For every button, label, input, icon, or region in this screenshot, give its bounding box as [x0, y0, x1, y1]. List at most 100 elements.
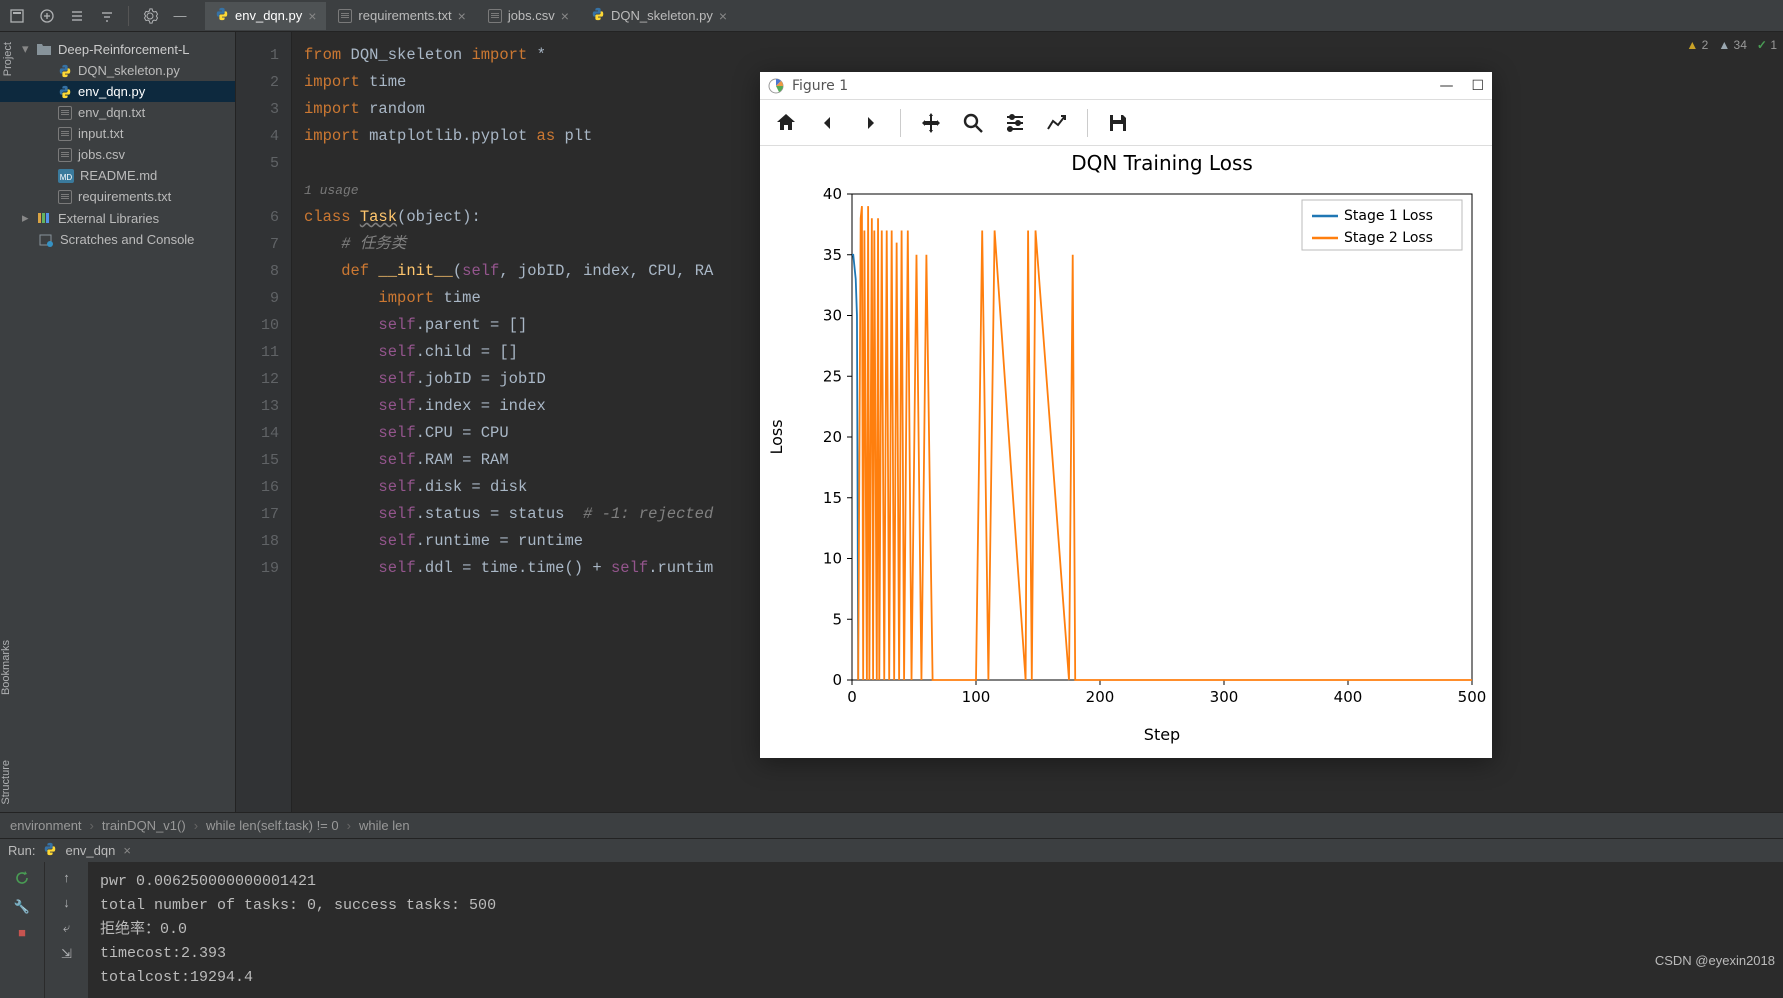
console-output[interactable]: pwr 0.006250000000001421 total number of…	[88, 862, 1783, 998]
weak-warning-icon: ▲	[1718, 38, 1730, 52]
breadcrumb[interactable]: environment› trainDQN_v1()› while len(se…	[0, 812, 1783, 838]
tab-env-dqn-py[interactable]: env_dqn.py ×	[205, 2, 326, 30]
tree-file-item[interactable]: jobs.csv	[0, 144, 235, 165]
select-opened-file-icon[interactable]	[4, 3, 30, 29]
scroll-end-icon[interactable]: ⇲	[61, 946, 72, 962]
close-tab-icon[interactable]: ×	[561, 8, 569, 24]
breadcrumb-item[interactable]: while len	[359, 818, 410, 833]
tree-file-item[interactable]: input.txt	[0, 123, 235, 144]
plot-area[interactable]: 01002003004005000510152025303540DQN Trai…	[760, 146, 1492, 758]
svg-text:300: 300	[1210, 688, 1239, 706]
figure-titlebar[interactable]: Figure 1 — ☐	[760, 72, 1492, 100]
chevron-right-icon[interactable]: ▸	[22, 210, 30, 226]
python-icon	[591, 7, 605, 24]
tab-label: jobs.csv	[508, 8, 555, 23]
svg-text:400: 400	[1334, 688, 1363, 706]
project-root-folder[interactable]: ▾ Deep-Reinforcement-L	[0, 38, 235, 60]
python-icon	[43, 842, 57, 859]
tab-label: requirements.txt	[358, 8, 451, 23]
back-icon[interactable]	[812, 107, 844, 139]
edit-axis-icon[interactable]	[1041, 107, 1073, 139]
run-title: Run:	[8, 843, 35, 858]
svg-text:0: 0	[847, 688, 857, 706]
structure-tool-label[interactable]: Structure	[0, 760, 12, 805]
collapse-all-icon[interactable]	[64, 3, 90, 29]
tab-jobs-csv[interactable]: jobs.csv ×	[478, 2, 579, 30]
down-icon[interactable]: ↓	[63, 895, 70, 910]
project-tree[interactable]: ▾ Deep-Reinforcement-L DQN_skeleton.pyen…	[0, 32, 236, 812]
main-toolbar: — env_dqn.py × requirements.txt × jobs.c…	[0, 0, 1783, 32]
close-tab-icon[interactable]: ×	[719, 8, 727, 24]
svg-text:0: 0	[832, 671, 842, 689]
save-icon[interactable]	[1102, 107, 1134, 139]
hide-panel-icon[interactable]: —	[167, 3, 193, 29]
breadcrumb-item[interactable]: while len(self.task) != 0	[206, 818, 339, 833]
run-tool-window: Run: env_dqn × 🔧 ■ ↑ ↓ ⤶ ⇲ pwr 0.0062500…	[0, 838, 1783, 998]
run-toolbar-left2: ↑ ↓ ⤶ ⇲	[44, 862, 88, 998]
project-tool-label[interactable]: Project	[0, 36, 20, 82]
tab-label: DQN_skeleton.py	[611, 8, 713, 23]
matplotlib-figure-window[interactable]: Figure 1 — ☐ 010020030040050005101520253…	[760, 72, 1492, 758]
svg-text:40: 40	[823, 185, 842, 203]
breadcrumb-item[interactable]: trainDQN_v1()	[102, 818, 186, 833]
mpl-toolbar	[760, 100, 1492, 146]
svg-text:DQN Training Loss: DQN Training Loss	[1071, 151, 1253, 175]
svg-text:30: 30	[823, 307, 842, 325]
text-file-icon	[338, 9, 352, 23]
csv-file-icon	[488, 9, 502, 23]
watermark: CSDN @eyexin2018	[1655, 953, 1775, 968]
folder-icon	[36, 42, 52, 56]
settings-gear-icon[interactable]	[137, 3, 163, 29]
tree-file-item[interactable]: env_dqn.py	[0, 81, 235, 102]
breadcrumb-item[interactable]: environment	[10, 818, 82, 833]
inspection-widget[interactable]: ▲ 2 ▲ 34 ✓ 1	[1686, 38, 1777, 52]
pan-icon[interactable]	[915, 107, 947, 139]
tree-label: Deep-Reinforcement-L	[58, 42, 190, 57]
tab-dqn-skeleton-py[interactable]: DQN_skeleton.py ×	[581, 2, 737, 30]
run-tab-label[interactable]: env_dqn	[65, 843, 115, 858]
svg-text:5: 5	[832, 610, 842, 628]
wrench-icon[interactable]: 🔧	[14, 899, 30, 915]
minimize-icon[interactable]: —	[1439, 78, 1453, 94]
tree-file-item[interactable]: env_dqn.txt	[0, 102, 235, 123]
maximize-icon[interactable]: ☐	[1471, 78, 1484, 94]
chevron-down-icon[interactable]: ▾	[22, 41, 30, 57]
soft-wrap-icon[interactable]: ⤶	[63, 920, 70, 936]
tree-file-item[interactable]: DQN_skeleton.py	[0, 60, 235, 81]
close-tab-icon[interactable]: ×	[123, 843, 131, 858]
tree-label: External Libraries	[58, 211, 159, 226]
svg-text:100: 100	[962, 688, 991, 706]
matplotlib-icon	[768, 78, 784, 94]
bookmarks-tool-label[interactable]: Bookmarks	[0, 640, 12, 695]
warning-icon: ▲	[1686, 38, 1698, 52]
expand-all-icon[interactable]	[34, 3, 60, 29]
up-icon[interactable]: ↑	[63, 870, 70, 885]
tree-file-item[interactable]: MDREADME.md	[0, 165, 235, 186]
rerun-icon[interactable]	[14, 870, 30, 889]
tab-requirements-txt[interactable]: requirements.txt ×	[328, 2, 475, 30]
forward-icon[interactable]	[854, 107, 886, 139]
external-libraries[interactable]: ▸ External Libraries	[0, 207, 235, 229]
svg-text:15: 15	[823, 489, 842, 507]
zoom-icon[interactable]	[957, 107, 989, 139]
python-icon	[215, 7, 229, 24]
stop-icon[interactable]: ■	[18, 925, 26, 940]
typo-count: 1	[1770, 38, 1777, 52]
run-header: Run: env_dqn ×	[0, 839, 1783, 862]
home-icon[interactable]	[770, 107, 802, 139]
close-tab-icon[interactable]: ×	[458, 8, 466, 24]
svg-text:200: 200	[1086, 688, 1115, 706]
configure-subplots-icon[interactable]	[999, 107, 1031, 139]
tree-file-item[interactable]: requirements.txt	[0, 186, 235, 207]
line-gutter[interactable]: 12345 678910111213141516171819	[236, 32, 292, 812]
svg-text:Step: Step	[1144, 725, 1180, 744]
svg-text:20: 20	[823, 428, 842, 446]
svg-text:Stage 2 Loss: Stage 2 Loss	[1344, 230, 1433, 246]
scratch-icon	[38, 233, 54, 247]
show-options-dropdown-icon[interactable]	[94, 3, 120, 29]
svg-text:Loss: Loss	[767, 419, 786, 454]
check-icon: ✓	[1757, 38, 1767, 52]
close-tab-icon[interactable]: ×	[308, 8, 316, 24]
svg-text:500: 500	[1458, 688, 1487, 706]
scratches-consoles[interactable]: Scratches and Console	[0, 229, 235, 250]
